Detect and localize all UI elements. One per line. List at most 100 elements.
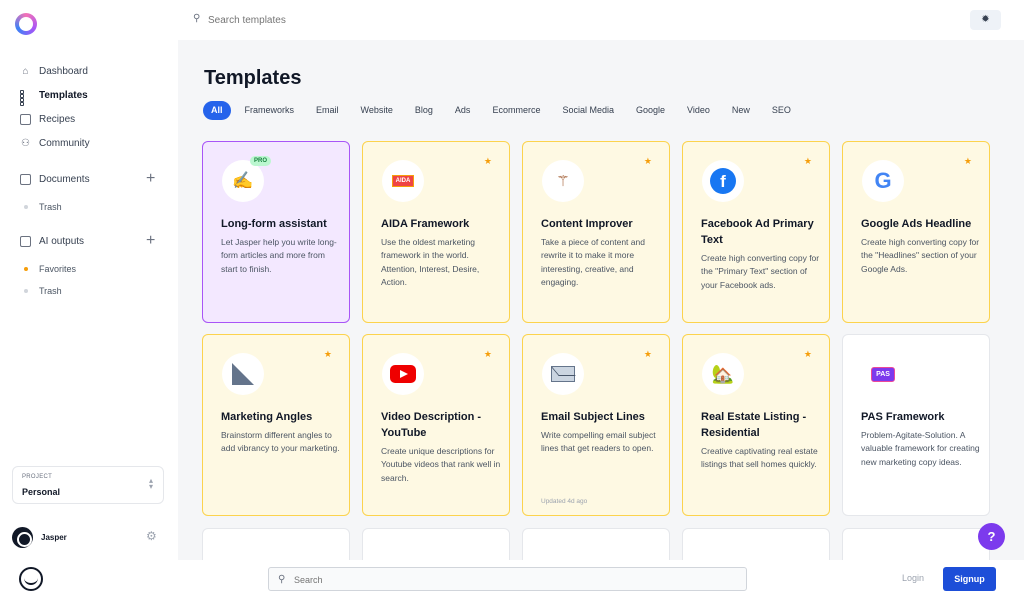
star-icon[interactable]: ★ bbox=[484, 349, 492, 360]
template-card-facebook-ad-primary-text[interactable]: f ★ Facebook Ad Primary Text Create high… bbox=[682, 141, 830, 323]
updated-timestamp: Updated 4d ago bbox=[541, 498, 588, 505]
card-description: Use the oldest marketing framework in th… bbox=[381, 237, 480, 287]
icon-bubble bbox=[222, 353, 264, 395]
bottom-search-input[interactable] bbox=[294, 572, 734, 587]
template-card-video-description-youtube[interactable]: ★ Video Description - YouTube Create uni… bbox=[362, 334, 510, 516]
template-card-google-ads-headline[interactable]: G ★ Google Ads Headline Create high conv… bbox=[842, 141, 990, 323]
star-icon[interactable]: ★ bbox=[804, 156, 812, 167]
project-value: Personal bbox=[22, 487, 61, 497]
chevron-up-down-icon: ▴ ▾ bbox=[148, 476, 153, 491]
template-card-pas-framework[interactable]: PAS PAS Framework Problem-Agitate-Soluti… bbox=[842, 334, 990, 516]
document-icon bbox=[20, 173, 31, 185]
sidebar-item-label: Community bbox=[39, 137, 90, 149]
tab-video[interactable]: Video bbox=[679, 101, 718, 120]
template-card-aida-framework[interactable]: AIDA ★ AIDA Framework Use the oldest mar… bbox=[362, 141, 510, 323]
youtube-icon bbox=[390, 365, 416, 383]
star-icon[interactable]: ★ bbox=[964, 156, 972, 167]
sidebar-item-label: Recipes bbox=[39, 113, 76, 125]
star-icon[interactable]: ★ bbox=[804, 349, 812, 360]
sidebar-item-templates[interactable]: Templates bbox=[20, 86, 88, 106]
icon-bubble: ✍ bbox=[222, 160, 264, 202]
card-title: Long-form assistant bbox=[221, 218, 327, 230]
top-bar: ⚲ ✹ bbox=[178, 0, 1024, 40]
icon-bubble: G bbox=[862, 160, 904, 202]
triangle-ruler-icon bbox=[232, 363, 254, 385]
tab-new[interactable]: New bbox=[724, 101, 758, 120]
home-icon: ⌂ bbox=[22, 65, 29, 77]
sidebar-item-label: Dashboard bbox=[39, 65, 88, 77]
tab-website[interactable]: Website bbox=[353, 101, 401, 120]
star-icon[interactable]: ★ bbox=[644, 349, 652, 360]
gear-icon[interactable]: ⚙ bbox=[146, 529, 157, 543]
star-icon[interactable]: ★ bbox=[644, 156, 652, 167]
sidebar-item-documents[interactable]: Documents bbox=[20, 170, 90, 188]
icon-bubble: 🏡 bbox=[702, 353, 744, 395]
sidebar-item-favorites[interactable]: Favorites bbox=[24, 262, 76, 276]
sidebar-item-community[interactable]: ⚇ Community bbox=[20, 134, 90, 152]
template-card-content-improver[interactable]: ⚚ ★ Content Improver Take a piece of con… bbox=[522, 141, 670, 323]
search-icon: ⚲ bbox=[193, 13, 201, 24]
star-icon[interactable]: ★ bbox=[484, 156, 492, 167]
tab-blog[interactable]: Blog bbox=[407, 101, 441, 120]
template-card-real-estate-listing[interactable]: 🏡 ★ Real Estate Listing - Residential Cr… bbox=[682, 334, 830, 516]
tab-ecommerce[interactable]: Ecommerce bbox=[484, 101, 548, 120]
card-title: Content Improver bbox=[541, 218, 633, 230]
template-card-marketing-angles[interactable]: ★ Marketing Angles Brainstorm different … bbox=[202, 334, 350, 516]
grid-icon bbox=[20, 89, 31, 106]
card-title: AIDA Framework bbox=[381, 218, 470, 230]
tab-email[interactable]: Email bbox=[308, 101, 347, 120]
icon-bubble bbox=[382, 353, 424, 395]
pro-badge: PRO bbox=[250, 156, 272, 166]
tab-google[interactable]: Google bbox=[628, 101, 673, 120]
pas-icon: PAS bbox=[871, 366, 895, 382]
help-button[interactable]: ? bbox=[978, 523, 1005, 550]
sidebar-item-ai-outputs[interactable]: AI outputs bbox=[20, 232, 84, 250]
tab-ads[interactable]: Ads bbox=[447, 101, 479, 120]
pen-icon: ✍ bbox=[232, 171, 254, 190]
house-icon: 🏡 bbox=[711, 363, 735, 384]
facebook-icon: f bbox=[710, 168, 736, 194]
sidebar-item-recipes[interactable]: Recipes bbox=[20, 110, 75, 128]
sidebar-item-dashboard[interactable]: ⌂ Dashboard bbox=[20, 62, 88, 80]
card-description: Problem-Agitate-Solution. A valuable fra… bbox=[861, 430, 980, 467]
login-link[interactable]: Login bbox=[902, 573, 924, 583]
sidebar-item-label: Favorites bbox=[39, 264, 77, 274]
jasper-logo-icon[interactable] bbox=[19, 567, 43, 591]
app: ⌂ Dashboard Templates Recipes ⚇ Communit… bbox=[0, 0, 1024, 568]
google-icon: G bbox=[874, 168, 892, 193]
card-title: Email Subject Lines bbox=[541, 411, 645, 423]
ai-outputs-icon bbox=[20, 235, 31, 247]
sidebar-item-label: Trash bbox=[39, 202, 62, 212]
avatar bbox=[12, 526, 33, 548]
user-profile[interactable]: Jasper bbox=[12, 526, 67, 548]
add-ai-output-button[interactable]: + bbox=[146, 233, 155, 249]
mail-icon bbox=[551, 366, 575, 382]
jasper-logo-icon[interactable] bbox=[15, 13, 37, 35]
card-description: Create high converting copy for the "Hea… bbox=[861, 237, 980, 274]
card-description: Create unique descriptions for Youtube v… bbox=[381, 446, 501, 483]
category-tabs: All Frameworks Email Website Blog Ads Ec… bbox=[203, 101, 799, 120]
template-card-long-form-assistant[interactable]: ✍ PRO Long-form assistant Let Jasper hel… bbox=[202, 141, 350, 323]
tab-seo[interactable]: SEO bbox=[764, 101, 799, 120]
add-document-button[interactable]: + bbox=[146, 171, 155, 187]
sidebar-item-label: Documents bbox=[39, 173, 90, 185]
tab-social-media[interactable]: Social Media bbox=[554, 101, 622, 120]
tab-all[interactable]: All bbox=[203, 101, 231, 120]
project-label: PROJECT bbox=[22, 474, 53, 480]
template-card-email-subject-lines[interactable]: ★ Email Subject Lines Write compelling e… bbox=[522, 334, 670, 516]
bottom-search[interactable]: ⚲ bbox=[268, 567, 747, 591]
bottom-bar: ⚲ Login Signup bbox=[0, 560, 1024, 599]
lightbulb-icon[interactable]: ✹ bbox=[970, 10, 1001, 30]
signup-button[interactable]: Signup bbox=[943, 567, 996, 591]
tab-frameworks[interactable]: Frameworks bbox=[237, 101, 303, 120]
sidebar-item-label: Templates bbox=[39, 89, 88, 101]
sidebar-item-ai-trash[interactable]: Trash bbox=[24, 284, 62, 298]
icon-bubble: AIDA bbox=[382, 160, 424, 202]
bullet-icon bbox=[24, 289, 28, 293]
project-selector[interactable]: PROJECT Personal ▴ ▾ bbox=[12, 466, 164, 504]
sidebar-item-documents-trash[interactable]: Trash bbox=[24, 200, 62, 214]
search-icon: ⚲ bbox=[278, 574, 286, 585]
search-input[interactable] bbox=[208, 12, 508, 28]
aida-icon: AIDA bbox=[391, 175, 415, 187]
star-icon[interactable]: ★ bbox=[324, 349, 332, 360]
